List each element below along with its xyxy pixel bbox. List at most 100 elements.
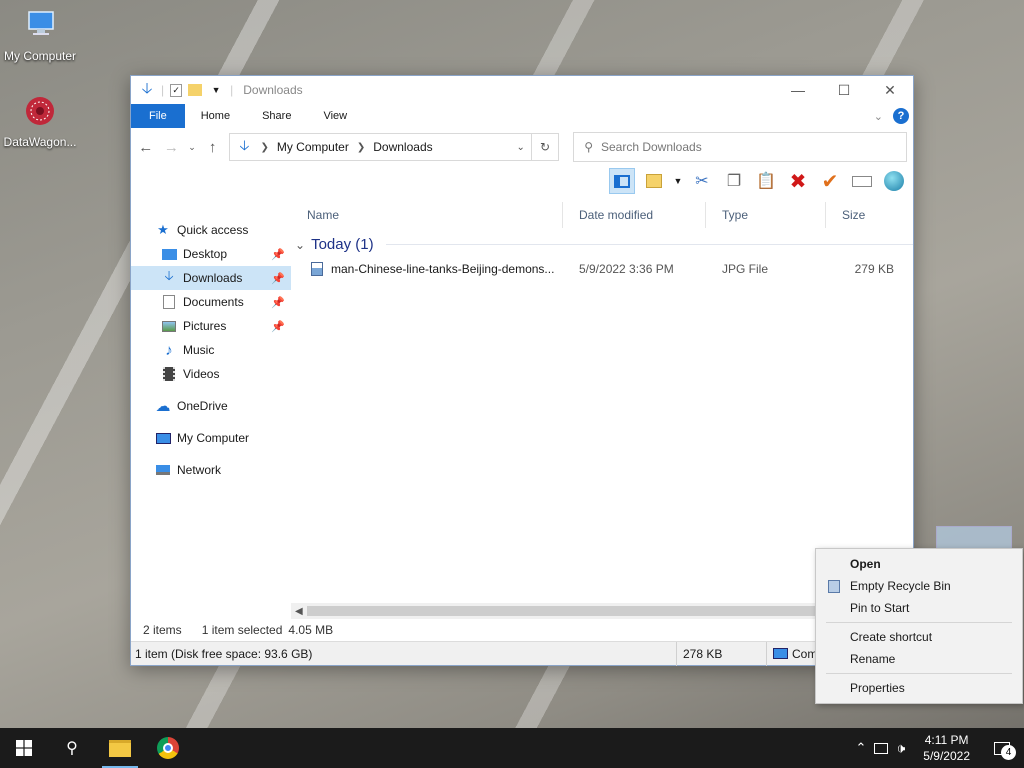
expand-ribbon-chevron-icon[interactable]: ⌄ <box>874 110 883 123</box>
breadcrumb-downloads[interactable]: Downloads <box>373 140 432 154</box>
delete-button[interactable]: ✖ <box>785 168 811 194</box>
maximize-button[interactable]: ☐ <box>821 76 867 104</box>
pin-icon[interactable]: 📌 <box>271 296 285 309</box>
address-bar[interactable]: 🡣 ❯ My Computer ❯ Downloads ⌄ <box>229 133 532 161</box>
nav-documents[interactable]: Documents 📌 <box>131 290 291 314</box>
recent-locations-chevron-icon[interactable]: ⌄ <box>188 142 196 153</box>
network-icon[interactable] <box>874 742 889 754</box>
tab-file[interactable]: File <box>131 104 185 128</box>
pin-icon[interactable]: 📌 <box>271 320 285 333</box>
file-size: 279 KB <box>854 262 894 276</box>
rename-button[interactable] <box>849 168 875 194</box>
nav-label: Videos <box>183 367 220 381</box>
volume-icon[interactable]: 🕩 <box>896 740 905 757</box>
nav-pictures[interactable]: Pictures 📌 <box>131 314 291 338</box>
globe-shell-icon <box>884 171 904 191</box>
action-center-button[interactable]: 4 <box>988 734 1016 762</box>
customize-dropdown-icon[interactable]: ▼ <box>208 82 224 98</box>
menu-item-properties[interactable]: Properties <box>816 677 1022 699</box>
nav-my-computer[interactable]: My Computer <box>131 426 291 450</box>
monitor-icon <box>155 430 171 446</box>
search-button[interactable]: ⚲ <box>48 728 96 768</box>
recycle-bin-desktop-icon-selected[interactable] <box>936 526 1012 550</box>
refresh-button[interactable]: ↻ <box>531 133 560 161</box>
menu-item-rename[interactable]: Rename <box>816 648 1022 670</box>
start-button[interactable] <box>0 728 48 768</box>
minimize-button[interactable]: — <box>775 76 821 104</box>
status-details-size: 278 KB <box>676 641 766 666</box>
properties-check-icon[interactable]: ✓ <box>170 83 183 97</box>
title-bar[interactable]: 🡣 | ✓ ▼ | Downloads — ☐ ✕ <box>131 76 913 104</box>
chrome-icon <box>157 737 179 759</box>
menu-item-empty-recycle-bin[interactable]: Empty Recycle Bin <box>816 575 1022 597</box>
paste-button[interactable]: 📋 <box>753 168 779 194</box>
breadcrumb-my-computer[interactable]: My Computer <box>277 140 349 154</box>
note-dropdown-button[interactable]: ▼ <box>673 168 683 194</box>
column-header-date-modified[interactable]: Date modified <box>563 202 706 228</box>
recycle-bin-shield-icon <box>826 578 842 594</box>
note-icon <box>646 174 662 188</box>
tab-view[interactable]: View <box>307 104 363 128</box>
breadcrumb-separator-icon: ❯ <box>356 141 366 153</box>
cut-button[interactable]: ✂ <box>689 168 715 194</box>
forward-arrow-icon[interactable]: → <box>163 139 181 156</box>
scissors-icon: ✂ <box>695 173 709 190</box>
menu-label: Create shortcut <box>850 630 933 644</box>
monitor-icon <box>28 11 54 35</box>
file-date: 5/9/2022 3:36 PM <box>579 262 674 276</box>
help-icon[interactable]: ? <box>893 108 909 124</box>
clock-date: 5/9/2022 <box>923 749 970 763</box>
pin-icon[interactable]: 📌 <box>271 248 285 261</box>
up-arrow-icon[interactable]: ↑ <box>204 139 222 156</box>
tab-home[interactable]: Home <box>185 104 246 128</box>
nav-label: Desktop <box>183 247 228 261</box>
nav-desktop[interactable]: Desktop 📌 <box>131 242 291 266</box>
menu-label: Open <box>850 557 881 571</box>
address-dropdown-icon[interactable]: ⌄ <box>516 142 524 153</box>
taskbar-chrome[interactable] <box>144 728 192 768</box>
status-selected-size: 4.05 MB <box>288 623 334 637</box>
column-header-type[interactable]: Type <box>706 202 826 228</box>
menu-item-open[interactable]: Open <box>816 553 1022 575</box>
nav-downloads[interactable]: 🡣 Downloads 📌 <box>131 266 291 290</box>
download-arrow-icon: 🡣 <box>141 79 153 97</box>
clock[interactable]: 4:11 PM 5/9/2022 <box>913 732 980 764</box>
taskbar-file-explorer[interactable] <box>96 728 144 768</box>
pin-icon[interactable]: 📌 <box>271 272 285 285</box>
search-box[interactable]: ⚲ Search Downloads <box>573 132 908 162</box>
preview-pane-icon <box>614 174 630 188</box>
group-header-today[interactable]: ⌄ Today (1) <box>295 236 913 253</box>
pictures-icon <box>161 318 177 334</box>
desktop-icon-my-computer[interactable]: My Computer <box>0 8 80 63</box>
nav-label: Network <box>177 463 222 477</box>
column-header-name[interactable]: Name <box>291 202 563 228</box>
scroll-left-icon[interactable]: ◀ <box>291 606 303 617</box>
music-note-icon: ♪ <box>165 341 173 359</box>
breadcrumb-separator-icon: ❯ <box>260 141 269 153</box>
show-hidden-icons-chevron-icon[interactable]: ⌃ <box>856 740 867 756</box>
close-button[interactable]: ✕ <box>867 76 913 104</box>
menu-item-create-shortcut[interactable]: Create shortcut <box>816 626 1022 648</box>
copy-button[interactable]: ❐ <box>721 168 747 194</box>
nav-quick-access[interactable]: ★ Quick access <box>131 218 291 242</box>
nav-music[interactable]: ♪ Music <box>131 338 291 362</box>
confirm-button[interactable]: ✔ <box>817 168 843 194</box>
nav-label: Music <box>183 343 215 357</box>
file-type: JPG File <box>722 262 769 276</box>
nav-onedrive[interactable]: ☁ OneDrive <box>131 394 291 418</box>
back-arrow-icon[interactable]: ← <box>137 139 155 156</box>
nav-videos[interactable]: Videos <box>131 362 291 386</box>
nav-network[interactable]: Network <box>131 458 291 482</box>
tab-share[interactable]: Share <box>246 104 307 128</box>
menu-label: Rename <box>850 652 896 666</box>
properties-button[interactable] <box>881 168 907 194</box>
column-header-size[interactable]: Size <box>826 202 902 228</box>
table-row[interactable]: man-Chinese-line-tanks-Beijing-demons...… <box>291 257 913 281</box>
preview-pane-button[interactable] <box>609 168 635 194</box>
new-note-button[interactable] <box>641 168 667 194</box>
custom-toolbar: ▼ ✂ ❐ 📋 ✖ ✔ <box>131 166 913 196</box>
desktop-icon-datawagon[interactable]: DataWagon... <box>0 94 80 149</box>
new-folder-icon[interactable] <box>188 84 203 96</box>
menu-item-pin-to-start[interactable]: Pin to Start <box>816 597 1022 619</box>
window-title: Downloads <box>243 83 303 97</box>
